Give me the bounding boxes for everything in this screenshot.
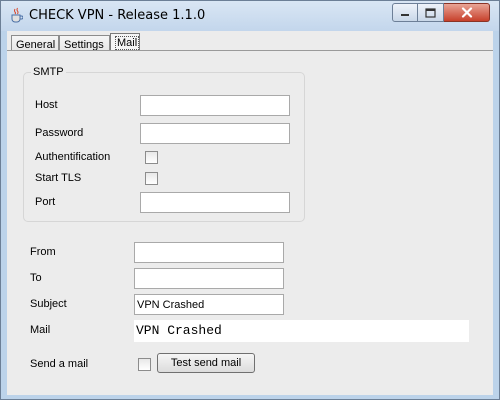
subject-label: Subject [30,298,67,310]
from-label: From [30,246,56,258]
port-input[interactable] [140,192,290,213]
mail-panel: SMTP Host Password Authentification Star… [7,50,493,395]
minimize-button[interactable] [392,3,418,22]
host-label: Host [35,99,58,111]
password-label: Password [35,127,84,139]
app-window: CHECK VPN - Release 1.1.0 General Settin… [0,0,500,400]
close-button[interactable] [444,3,490,22]
test-send-mail-label: Test send mail [170,357,242,369]
close-icon [461,7,472,18]
from-input[interactable] [134,242,284,263]
password-input[interactable] [140,123,290,144]
tab-mail-label: Mail [115,36,140,50]
host-input[interactable] [140,95,290,116]
maximize-button[interactable] [418,3,444,22]
java-cup-icon [11,7,23,23]
subject-input[interactable] [134,294,284,315]
to-input[interactable] [134,268,284,289]
mail-body-textarea[interactable]: VPN Crashed [134,320,469,342]
minimize-icon [401,13,409,16]
title-bar[interactable]: CHECK VPN - Release 1.1.0 [1,1,499,31]
tls-checkbox[interactable] [145,172,158,185]
send-mail-label: Send a mail [30,358,89,370]
client-area: General Settings Mail SMTP Host Password… [7,31,493,395]
window-title: CHECK VPN - Release 1.1.0 [29,8,206,23]
auth-checkbox[interactable] [145,151,158,164]
to-label: To [30,272,42,284]
smtp-legend: SMTP [31,66,66,78]
maximize-icon [425,7,436,18]
send-mail-checkbox[interactable] [138,358,151,371]
test-send-mail-button[interactable]: Test send mail [157,353,255,373]
port-label: Port [35,196,56,208]
mail-label: Mail [30,324,51,336]
tls-label: Start TLS [35,172,82,184]
auth-label: Authentification [35,151,111,163]
